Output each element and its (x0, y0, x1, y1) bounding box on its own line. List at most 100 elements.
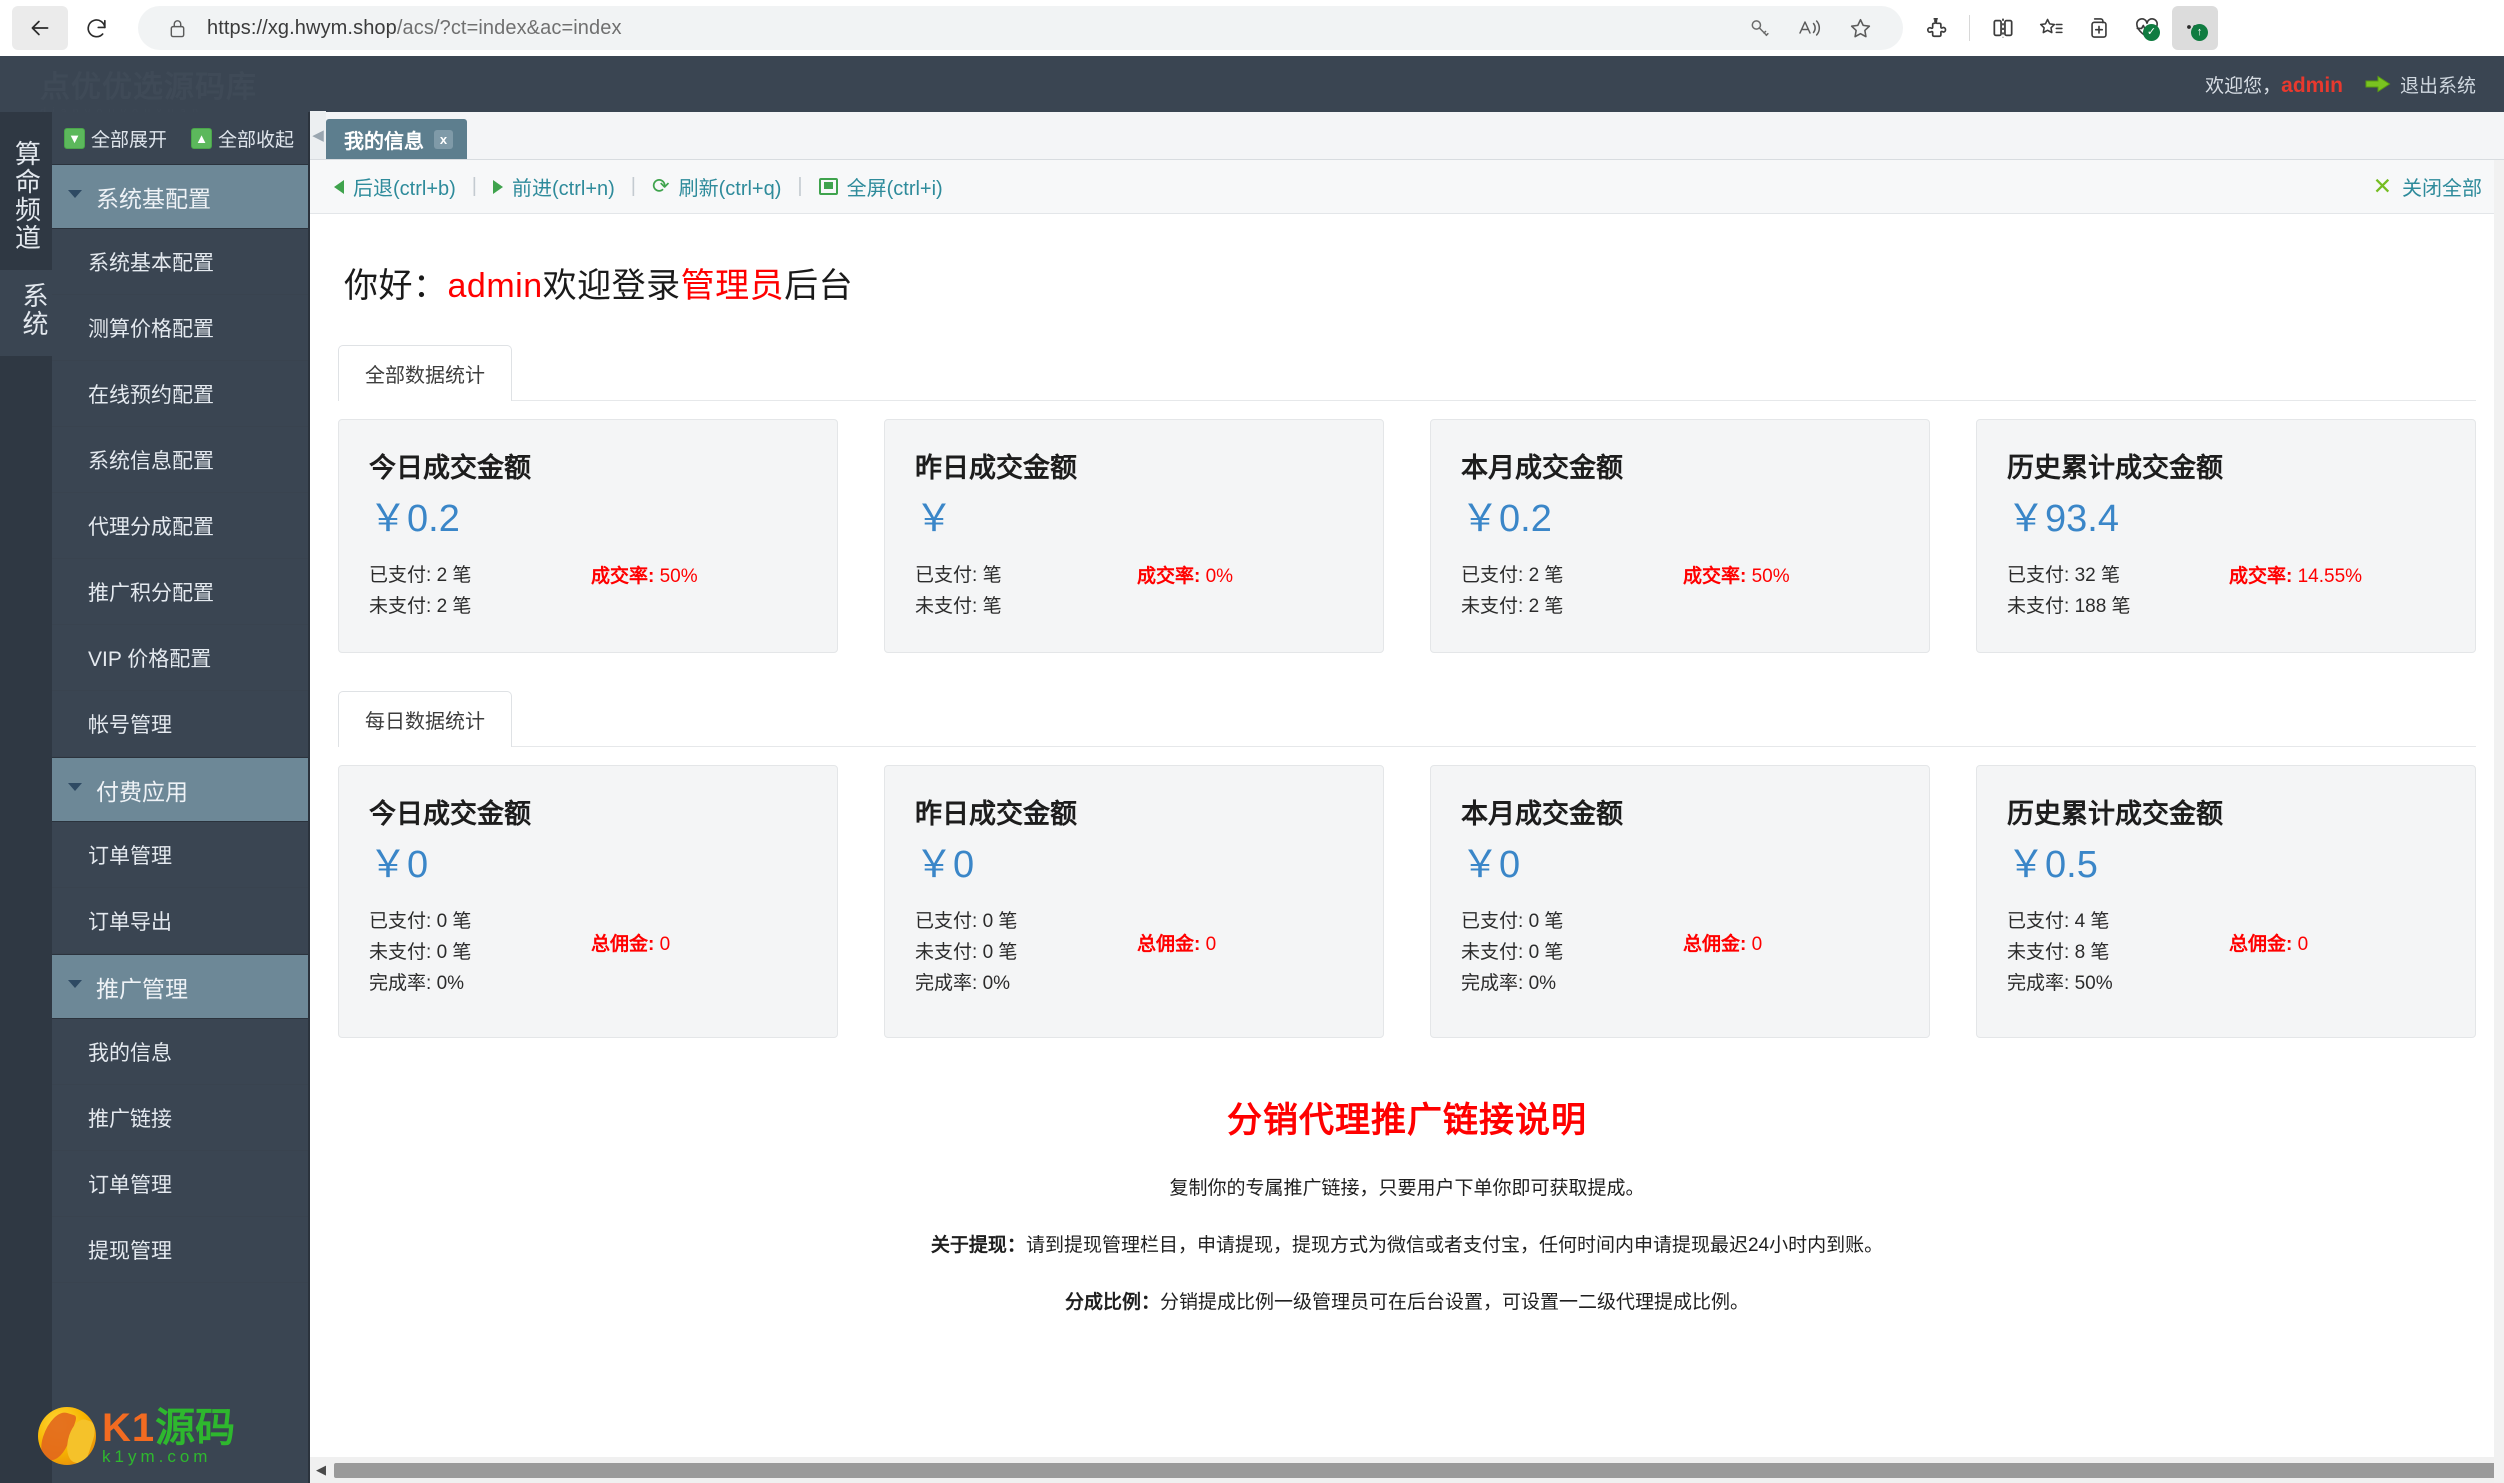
card-amount: ￥0 (915, 844, 975, 887)
stat-card: 本月成交金额 ￥0 已支付: 0 笔 未支付: 0 笔 完成率: 0% 总佣金:… (1430, 765, 1930, 1039)
add-page-icon[interactable] (2076, 6, 2122, 50)
update-badge-icon: ↑ (2191, 24, 2208, 41)
tab-my-info[interactable]: 我的信息 x (326, 119, 467, 159)
sidebar-item-account-manage[interactable]: 帐号管理 (52, 691, 308, 757)
collapse-all-button[interactable]: ▲ 全部收起 (191, 125, 294, 152)
toolbar-separator: | (471, 175, 477, 197)
page-body: 你好：admin欢迎登录管理员后台 全部数据统计 今日成交金额 ￥0.2 已支付… (310, 214, 2504, 1483)
reload-button[interactable] (68, 6, 124, 50)
close-icon: ✕ (2372, 173, 2392, 199)
check-badge-icon: ✓ (2143, 24, 2160, 41)
extensions-puzzle-icon[interactable] (1913, 6, 1959, 50)
chevron-down-icon (68, 782, 82, 791)
sidebar-channel-0[interactable]: 算命频道 (8, 128, 45, 270)
sidebar-channel-strip: 算命频道 系统 (0, 112, 52, 1483)
sidebar-group-paid-apps[interactable]: 付费应用 (52, 757, 308, 822)
stat-card: 今日成交金额 ￥0 已支付: 0 笔 未支付: 0 笔 完成率: 0% 总佣金:… (338, 765, 838, 1039)
notes-line-2: 关于提现：请到提现管理栏目，申请提现，提现方式为微信或者支付宝，任何时间内申请提… (930, 1235, 1884, 1257)
tab-scroll-left-icon[interactable]: ◀ (310, 111, 326, 159)
sidebar-item-price-config[interactable]: 测算价格配置 (52, 295, 308, 361)
sidebar-item-order-export[interactable]: 订单导出 (52, 888, 308, 954)
card-rate: 总佣金: 0 (1683, 934, 1763, 956)
more-options-icon[interactable]: ↑ (2172, 6, 2218, 50)
site-logo: 点优优选源码库 dianyouyouxuan (40, 71, 257, 118)
toolbar-divider (1969, 15, 1970, 41)
sidebar-group-promotion[interactable]: 推广管理 (52, 954, 308, 1019)
refresh-link[interactable]: ⟳ 刷新(ctrl+q) (642, 172, 791, 201)
card-lines: 已支付: 0 笔 未支付: 0 笔 完成率: 0% (915, 911, 1018, 994)
forward-link[interactable]: 前进(ctrl+n) (483, 172, 625, 201)
sidebar-item-vip-price-config[interactable]: VIP 价格配置 (52, 625, 308, 691)
key-icon[interactable] (1737, 6, 1783, 50)
fullscreen-link[interactable]: 全屏(ctrl+i) (809, 172, 953, 201)
web-app: 点优优选源码库 dianyouyouxuan 欢迎您，admin 退出系统 算命… (0, 56, 2504, 1483)
browser-actions: ✓ ↑ (1913, 6, 2218, 50)
panel-tab-all-stats[interactable]: 全部数据统计 (338, 345, 512, 401)
logout-link[interactable]: 退出系统 (2365, 71, 2476, 98)
stat-card: 历史累计成交金额 ￥0.5 已支付: 4 笔 未支付: 8 笔 完成率: 50%… (1976, 765, 2476, 1039)
close-all-link[interactable]: ✕ 关闭全部 (2373, 172, 2482, 201)
sidebar-item-promo-link[interactable]: 推广链接 (52, 1085, 308, 1151)
back-link[interactable]: 后退(ctrl+b) (324, 172, 466, 201)
stat-card: 本月成交金额 ￥0.2 已支付: 2 笔 未支付: 2 笔 成交率: 50% (1430, 419, 1930, 654)
card-amount: ￥0.5 (2007, 844, 2098, 887)
sidebar-item-system-basic-config[interactable]: 系统基本配置 (52, 229, 308, 295)
collections-icon[interactable] (2028, 6, 2074, 50)
logo-k1-text: K1 (102, 1405, 156, 1450)
card-title: 今日成交金额 (369, 453, 531, 483)
chevron-down-icon (68, 189, 82, 198)
panel-daily-stats: 每日数据统计 今日成交金额 ￥0 已支付: 0 笔 未支付: 0 笔 完成率: … (338, 691, 2476, 1039)
panel-tab-daily-stats[interactable]: 每日数据统计 (338, 691, 512, 748)
add-favorite-star-icon[interactable] (1837, 6, 1883, 50)
browser-toolbar: https://xg.hwym.shop/acs/?ct=index&ac=in… (0, 0, 2504, 56)
tab-bar: ◀ 我的信息 x (310, 111, 2504, 160)
greeting-user: admin (447, 267, 543, 305)
sidebar-channel-1[interactable]: 系统 (0, 270, 52, 356)
greeting-role: 管理员 (680, 267, 785, 305)
back-button[interactable] (12, 6, 68, 50)
card-amount: ￥ (915, 498, 954, 540)
scrollbar-thumb[interactable] (334, 1462, 2502, 1478)
card-lines: 已支付: 4 笔 未支付: 8 笔 完成率: 50% (2007, 911, 2113, 994)
sidebar-menu: ▼ 全部展开 ▲ 全部收起 系统基配置 系统基本配置 测算价格配置 在线预约配置 (52, 112, 308, 1483)
card-lines: 已支付: 2 笔 未支付: 2 笔 (1461, 564, 1564, 617)
card-lines: 已支付: 0 笔 未支付: 0 笔 完成率: 0% (1461, 911, 1564, 994)
yin-yang-ball-icon (38, 1407, 96, 1465)
card-rate: 总佣金: 0 (1137, 934, 1217, 956)
reload-icon (86, 18, 106, 37)
card-lines: 已支付: 2 笔 未支付: 2 笔 (369, 564, 472, 617)
horizontal-scrollbar[interactable]: ◀ (310, 1457, 2504, 1483)
sidebar-item-booking-config[interactable]: 在线预约配置 (52, 361, 308, 427)
card-amount: ￥0 (1461, 844, 1521, 887)
scroll-left-icon[interactable]: ◀ (310, 1457, 332, 1483)
arrow-right-icon (493, 179, 503, 194)
card-rate: 总佣金: 0 (591, 934, 671, 956)
url-text: https://xg.hwym.shop/acs/?ct=index&ac=in… (207, 16, 622, 39)
card-title: 本月成交金额 (1461, 453, 1623, 483)
panel-all-stats: 全部数据统计 今日成交金额 ￥0.2 已支付: 2 笔 未支付: 2 笔 成交率… (338, 345, 2476, 654)
back-arrow-icon (31, 20, 49, 36)
sidebar-item-site-info-config[interactable]: 系统信息配置 (52, 427, 308, 493)
logo-cn-text: 源码 (155, 1405, 236, 1450)
sidebar-item-promo-points-config[interactable]: 推广积分配置 (52, 559, 308, 625)
card-lines: 已支付: 笔 未支付: 笔 (915, 564, 1002, 617)
sidebar-expand-row: ▼ 全部展开 ▲ 全部收起 (52, 112, 308, 164)
sidebar-item-promo-orders[interactable]: 订单管理 (52, 1151, 308, 1217)
read-aloud-icon[interactable] (1787, 6, 1833, 50)
sidebar-item-withdraw-manage[interactable]: 提现管理 (52, 1217, 308, 1283)
tab-close-icon[interactable]: x (434, 129, 453, 149)
sidebar-item-my-info[interactable]: 我的信息 (52, 1019, 308, 1085)
address-bar[interactable]: https://xg.hwym.shop/acs/?ct=index&ac=in… (138, 6, 1903, 50)
vertical-scroll-rail[interactable] (2494, 160, 2504, 1483)
sidebar-group-system-config[interactable]: 系统基配置 (52, 164, 308, 229)
arrow-down-square-icon: ▼ (64, 127, 85, 149)
stat-card: 历史累计成交金额 ￥93.4 已支付: 32 笔 未支付: 188 笔 成交率:… (1976, 419, 2476, 654)
card-amount: ￥0 (369, 844, 429, 887)
card-title: 昨日成交金额 (915, 453, 1077, 483)
browser-essentials-icon[interactable]: ✓ (2124, 6, 2170, 50)
split-screen-icon[interactable] (1980, 6, 2026, 50)
sidebar-item-order-manage[interactable]: 订单管理 (52, 822, 308, 888)
sidebar-item-agent-share-config[interactable]: 代理分成配置 (52, 493, 308, 559)
expand-all-button[interactable]: ▼ 全部展开 (64, 125, 167, 152)
logo-domain-text: k1ym.com (102, 1446, 212, 1466)
